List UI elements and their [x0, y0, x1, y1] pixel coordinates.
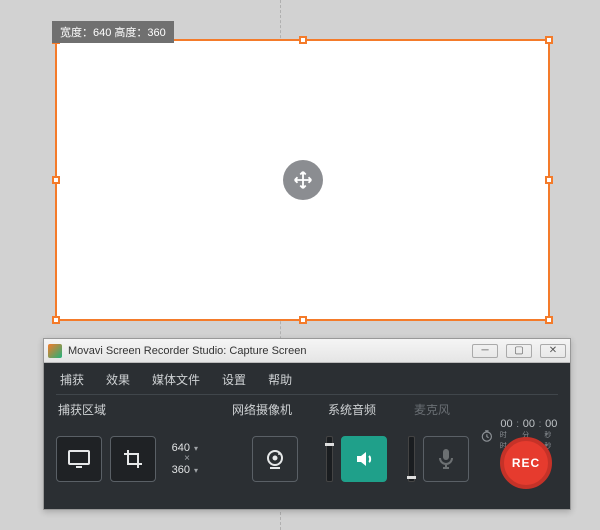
record-button[interactable]: REC [500, 437, 552, 489]
dimensions-badge: 宽度：640 高度：360 [52, 21, 174, 43]
fullscreen-button[interactable] [56, 436, 102, 482]
height-label: 高度： [114, 27, 147, 39]
microphone-icon [436, 448, 456, 470]
menu-divider [56, 394, 558, 395]
resize-handle-bc[interactable] [299, 316, 307, 324]
width-value: 640 [93, 27, 111, 39]
close-button[interactable]: ✕ [540, 344, 566, 358]
resize-handle-tr[interactable] [545, 36, 553, 44]
resize-handle-br[interactable] [545, 316, 553, 324]
capture-area[interactable] [55, 39, 550, 321]
menu-settings[interactable]: 设置 [222, 371, 246, 388]
width-label: 宽度： [60, 27, 93, 39]
resize-handle-lc[interactable] [52, 176, 60, 184]
resize-handle-bl[interactable] [52, 316, 60, 324]
timer-s: 00 [545, 419, 557, 430]
min-button[interactable]: ─ [472, 344, 498, 358]
webcam-icon [264, 448, 286, 470]
move-icon [292, 169, 314, 191]
timer-h: 00 [500, 419, 512, 430]
speaker-icon [353, 448, 375, 470]
clock-icon [480, 429, 494, 443]
crop-icon [123, 449, 143, 469]
width-dropdown[interactable]: ▾ [190, 444, 202, 453]
max-button[interactable]: ▢ [506, 344, 532, 358]
label-area: 捕获区域 [58, 401, 106, 418]
sysaudio-slider[interactable] [326, 436, 333, 482]
label-sysaudio: 系统音频 [328, 401, 376, 418]
resize-handle-tc[interactable] [299, 36, 307, 44]
mic-toggle[interactable] [423, 436, 469, 482]
sysaudio-thumb[interactable] [325, 443, 334, 446]
monitor-icon [68, 450, 90, 468]
menu-media[interactable]: 媒体文件 [152, 371, 200, 388]
record-label: REC [512, 456, 540, 470]
menu-effects[interactable]: 效果 [106, 371, 130, 388]
label-webcam: 网络摄像机 [232, 401, 292, 418]
mic-slider[interactable] [408, 436, 415, 482]
webcam-toggle[interactable] [252, 436, 298, 482]
timer-m: 00 [523, 419, 535, 430]
height-dropdown[interactable]: ▾ [190, 466, 202, 475]
menu-help[interactable]: 帮助 [268, 371, 292, 388]
height-field[interactable]: 360 [162, 464, 190, 476]
mic-thumb[interactable] [407, 476, 416, 479]
app-icon [48, 344, 62, 358]
height-value: 360 [147, 27, 165, 39]
dimension-stepper: 640 ▾ × 360 ▾ [162, 442, 212, 476]
menu-capture[interactable]: 捕获 [60, 371, 84, 388]
window-title: Movavi Screen Recorder Studio: Capture S… [68, 345, 472, 357]
move-area-button[interactable] [283, 160, 323, 200]
recorder-window: Movavi Screen Recorder Studio: Capture S… [43, 338, 571, 510]
crop-button[interactable] [110, 436, 156, 482]
menu-bar: 捕获 效果 媒体文件 设置 帮助 [56, 363, 558, 394]
sysaudio-toggle[interactable] [341, 436, 387, 482]
dim-separator: × [162, 454, 212, 464]
titlebar[interactable]: Movavi Screen Recorder Studio: Capture S… [44, 339, 570, 363]
label-mic: 麦克风 [414, 401, 450, 418]
resize-handle-rc[interactable] [545, 176, 553, 184]
